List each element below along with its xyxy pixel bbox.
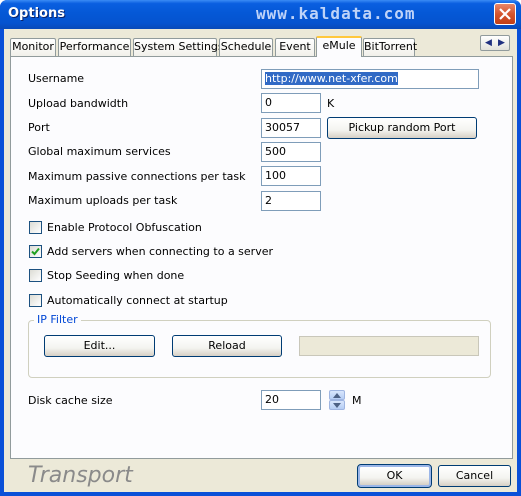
- options-window: Options www.kaldata.com Monitor Performa…: [0, 0, 521, 496]
- close-icon: [499, 8, 511, 20]
- obfuscation-checkbox[interactable]: [29, 221, 42, 234]
- chevron-left-icon[interactable]: ◀: [485, 36, 492, 50]
- tab-emule[interactable]: eMule: [316, 36, 362, 57]
- add-servers-label[interactable]: Add servers when connecting to a server: [47, 245, 273, 258]
- add-servers-checkbox[interactable]: [29, 245, 42, 258]
- disk-cache-field[interactable]: 20: [261, 390, 321, 410]
- chevron-right-icon[interactable]: ▶: [498, 36, 505, 50]
- tab-event[interactable]: Event: [275, 38, 315, 56]
- disk-cache-unit: M: [352, 394, 362, 407]
- obfuscation-label[interactable]: Enable Protocol Obfuscation: [47, 221, 202, 234]
- max-passive-field[interactable]: 100: [261, 166, 321, 186]
- tab-scroll-buttons: ◀ ▶: [480, 35, 510, 51]
- window-title: Options: [8, 6, 65, 21]
- tab-performance[interactable]: Performance: [58, 38, 131, 56]
- close-button[interactable]: [494, 3, 516, 25]
- tab-schedule[interactable]: Schedule: [219, 38, 273, 56]
- max-uploads-label: Maximum uploads per task: [28, 194, 178, 207]
- auto-connect-label[interactable]: Automatically connect at startup: [47, 294, 228, 307]
- stop-seeding-checkbox[interactable]: [29, 269, 42, 282]
- cancel-button[interactable]: Cancel: [438, 465, 511, 487]
- global-max-services-field[interactable]: 500: [261, 142, 321, 162]
- emule-settings-panel: Username http://www.net-xfer.com Upload …: [10, 56, 513, 459]
- username-label: Username: [28, 72, 85, 85]
- ip-filter-reload-button[interactable]: Reload: [172, 335, 282, 357]
- tab-system-settings[interactable]: System Settings: [133, 38, 224, 56]
- global-max-services-label: Global maximum services: [28, 145, 171, 158]
- chevron-up-icon: [333, 393, 341, 398]
- stepper-down-button[interactable]: [329, 400, 345, 410]
- stop-seeding-label[interactable]: Stop Seeding when done: [47, 269, 184, 282]
- pickup-random-port-button[interactable]: Pickup random Port: [327, 117, 477, 139]
- upload-bandwidth-field[interactable]: 0: [261, 93, 321, 113]
- ip-filter-title: IP Filter: [34, 313, 81, 326]
- disk-cache-label: Disk cache size: [28, 394, 113, 407]
- brand-logo-text: Transport: [28, 463, 133, 488]
- chevron-down-icon: [333, 403, 341, 408]
- tab-bittorrent[interactable]: BitTorrent: [363, 38, 417, 56]
- title-bar[interactable]: Options www.kaldata.com: [0, 0, 521, 29]
- upload-bandwidth-label: Upload bandwidth: [28, 97, 129, 110]
- disk-cache-stepper: [329, 390, 345, 410]
- username-field[interactable]: http://www.net-xfer.com: [261, 69, 479, 89]
- upload-bandwidth-unit: K: [327, 97, 335, 110]
- watermark-text: www.kaldata.com: [256, 4, 416, 23]
- port-field[interactable]: 30057: [261, 118, 321, 138]
- check-icon: [31, 247, 40, 256]
- stepper-up-button[interactable]: [329, 390, 345, 400]
- max-passive-label: Maximum passive connections per task: [28, 170, 246, 183]
- ip-filter-status-field: [299, 336, 479, 356]
- tab-monitor[interactable]: Monitor: [10, 38, 56, 56]
- auto-connect-checkbox[interactable]: [29, 294, 42, 307]
- ip-filter-edit-button[interactable]: Edit...: [44, 335, 155, 357]
- ok-button[interactable]: OK: [357, 464, 432, 488]
- port-label: Port: [28, 121, 50, 134]
- dialog-client: Monitor Performance System Settings Sche…: [4, 29, 517, 492]
- max-uploads-field[interactable]: 2: [261, 191, 321, 211]
